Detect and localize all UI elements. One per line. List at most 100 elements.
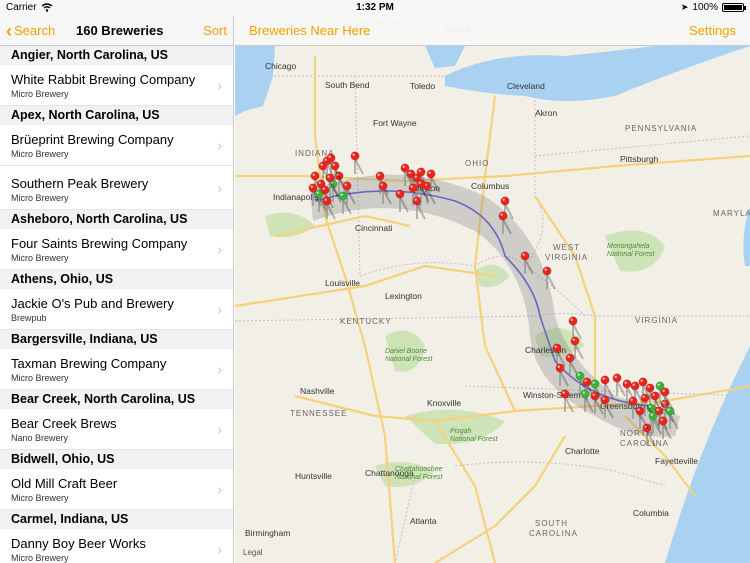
brewery-row[interactable]: Four Saints Brewing Company Micro Brewery…	[0, 229, 233, 270]
brewery-list-panel: ‹ Search 160 Breweries Sort Angier, Nort…	[0, 16, 234, 563]
brewery-type: Micro Brewery	[11, 493, 69, 503]
state-label: CAROLINA	[529, 529, 578, 538]
brewery-row[interactable]: Bear Creek Brews Nano Brewery ›	[0, 409, 233, 450]
city-label: Indianapolis	[273, 192, 318, 202]
list-navbar: ‹ Search 160 Breweries Sort	[0, 16, 233, 46]
city-label: Pittsburgh	[620, 154, 659, 164]
map-view[interactable]: ChicagoDetroitSouth BendToledoClevelandA…	[235, 16, 750, 563]
location-arrow-icon: ➤	[680, 2, 689, 12]
city-label: Chicago	[265, 61, 296, 71]
city-label: Columbus	[471, 181, 509, 191]
state-label: SOUTH	[535, 519, 568, 528]
back-button-label: Search	[14, 23, 56, 38]
search-back-button[interactable]: ‹ Search	[6, 20, 56, 41]
brewery-type: Nano Brewery	[11, 433, 69, 443]
state-label: KENTUCKY	[340, 317, 392, 326]
brewery-type: Micro Brewery	[11, 373, 69, 383]
forest-label: National Forest	[607, 251, 656, 258]
section-header: Apex, North Carolina, US	[0, 106, 233, 125]
brewery-name: White Rabbit Brewing Company	[11, 72, 196, 87]
section-header: Bargersville, Indiana, US	[0, 330, 233, 349]
brewery-row[interactable]: Taxman Brewing Company Micro Brewery ›	[0, 349, 233, 390]
forest-label: National Forest	[385, 356, 434, 363]
state-label: VIRGINIA	[545, 253, 588, 262]
brewery-name: Southern Peak Brewery	[11, 176, 149, 191]
chevron-right-icon: ›	[217, 541, 222, 557]
list-title: 160 Breweries	[76, 23, 164, 38]
map-panel: Breweries Near Here Settings Chicago Sou…	[235, 16, 750, 563]
section-header: Athens, Ohio, US	[0, 270, 233, 289]
brewery-list[interactable]: Angier, North Carolina, US White Rabbit B…	[0, 46, 233, 563]
city-label: Cincinnati	[355, 223, 392, 233]
chevron-right-icon: ›	[217, 301, 222, 317]
chevron-right-icon: ›	[217, 241, 222, 257]
forest-label: Monongahela	[607, 243, 650, 250]
state-label: VIRGINIA	[635, 316, 678, 325]
brewery-row[interactable]: Southern Peak Brewery Micro Brewery ›	[0, 166, 233, 210]
city-label: Charlotte	[565, 446, 600, 456]
chevron-right-icon: ›	[217, 361, 222, 377]
brewery-name: Four Saints Brewing Company	[11, 236, 188, 251]
brewery-type: Brewpub	[11, 313, 47, 323]
forest-label: Chattahoochee	[395, 466, 443, 473]
section-header: Carmel, Indiana, US	[0, 510, 233, 529]
section-header: Angier, North Carolina, US	[0, 46, 233, 65]
city-label: Toledo	[410, 81, 435, 91]
city-label: Fort Wayne	[373, 118, 417, 128]
brewery-name: Taxman Brewing Company	[11, 356, 167, 371]
city-label: Columbia	[633, 508, 669, 518]
status-bar: Carrier 1:32 PM ➤ 100%	[0, 0, 750, 16]
brewery-type: Micro Brewery	[11, 553, 69, 563]
brewery-name: Old Mill Craft Beer	[11, 476, 118, 491]
forest-label: Daniel Boone	[385, 348, 427, 355]
brewery-type: Micro Brewery	[11, 253, 69, 263]
city-label: Fayetteville	[655, 456, 698, 466]
brewery-row[interactable]: White Rabbit Brewing Company Micro Brewer…	[0, 65, 233, 106]
city-label: Louisville	[325, 278, 360, 288]
city-label: Winston-Salem	[523, 390, 581, 400]
battery-icon	[722, 3, 746, 12]
map-navbar: Breweries Near Here Settings	[235, 16, 750, 46]
sort-button[interactable]: Sort	[203, 23, 227, 38]
state-label: TENNESSEE	[290, 409, 347, 418]
section-header: Bear Creek, North Carolina, US	[0, 390, 233, 409]
chevron-right-icon: ›	[217, 137, 222, 153]
brewery-type: Micro Brewery	[11, 89, 69, 99]
city-label: Akron	[535, 108, 557, 118]
brewery-name: Jackie O's Pub and Brewery	[11, 296, 174, 311]
brewery-name: Bear Creek Brews	[11, 416, 117, 431]
chevron-right-icon: ›	[217, 77, 222, 93]
city-label: Birmingham	[245, 528, 290, 538]
chevron-left-icon: ‹	[6, 20, 12, 41]
forest-label: National Forest	[450, 436, 499, 443]
city-label: Lexington	[385, 291, 422, 301]
brewery-type: Micro Brewery	[11, 193, 69, 203]
chevron-right-icon: ›	[217, 180, 222, 196]
state-label: WEST	[553, 243, 580, 252]
city-label: Nashville	[300, 386, 335, 396]
state-label: CAROLINA	[620, 439, 669, 448]
status-time: 1:32 PM	[356, 2, 394, 13]
section-header: Bidwell, Ohio, US	[0, 450, 233, 469]
state-label: MARYLAND	[713, 209, 750, 218]
brewery-row[interactable]: Jackie O's Pub and Brewery Brewpub ›	[0, 289, 233, 330]
battery-percent: 100%	[692, 2, 718, 13]
brewery-row[interactable]: Danny Boy Beer Works Micro Brewery ›	[0, 529, 233, 563]
state-label: OHIO	[465, 159, 489, 168]
state-label: PENNSYLVANIA	[625, 124, 697, 133]
breweries-near-here-button[interactable]: Breweries Near Here	[249, 23, 370, 38]
section-header: Asheboro, North Carolina, US	[0, 210, 233, 229]
forest-label: National Forest	[395, 474, 444, 481]
battery-area: ➤ 100%	[680, 2, 746, 13]
brewery-name: Danny Boy Beer Works	[11, 536, 146, 551]
legal-link[interactable]: Legal	[243, 548, 263, 557]
city-label: Atlanta	[410, 516, 437, 526]
brewery-name: Brüeprint Brewing Company	[11, 132, 174, 147]
brewery-type: Micro Brewery	[11, 149, 69, 159]
city-label: Cleveland	[507, 81, 545, 91]
brewery-row[interactable]: Old Mill Craft Beer Micro Brewery ›	[0, 469, 233, 510]
settings-button[interactable]: Settings	[689, 23, 736, 38]
city-label: South Bend	[325, 80, 370, 90]
chevron-right-icon: ›	[217, 421, 222, 437]
brewery-row[interactable]: Brüeprint Brewing Company Micro Brewery ›	[0, 125, 233, 166]
